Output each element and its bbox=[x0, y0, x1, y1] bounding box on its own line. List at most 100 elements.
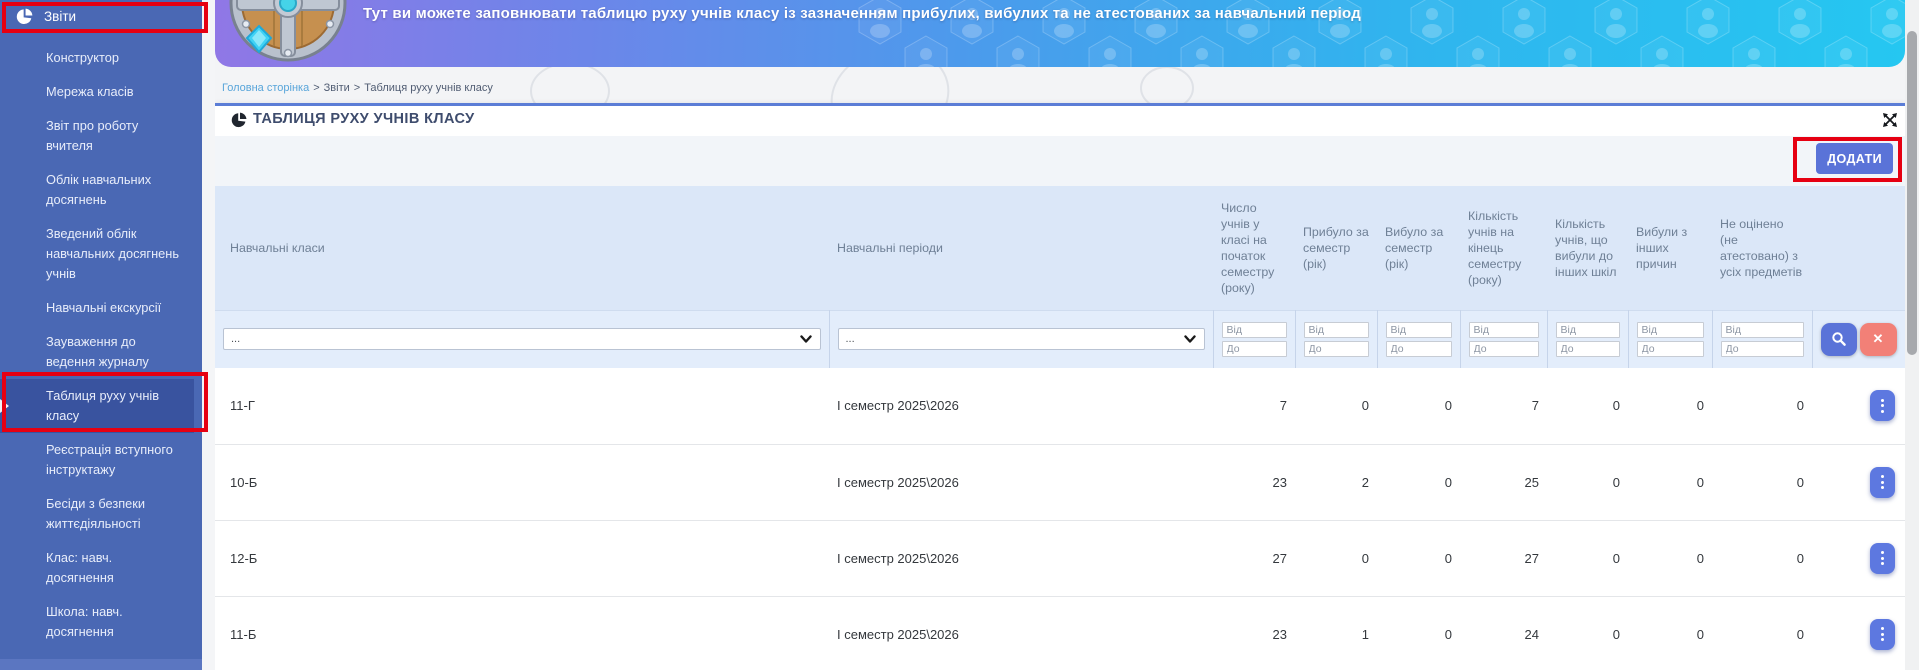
filter-to-input-5[interactable] bbox=[1386, 341, 1452, 357]
cell-period: І семестр 2025\2026 bbox=[829, 520, 1213, 596]
column-header: Кількість учнів на кінець семестру (року… bbox=[1460, 186, 1547, 310]
sidebar-item-label: Реєстрація вступного інструктажу bbox=[46, 440, 182, 480]
movement-table: Навчальні класиНавчальні періодиЧисло уч… bbox=[215, 186, 1905, 670]
sidebar-item-klas-navch-dosiahnennia[interactable]: Клас: навч. досягнення bbox=[0, 541, 194, 595]
filter-to-input-6[interactable] bbox=[1469, 341, 1539, 357]
cell-value: 27 bbox=[1460, 520, 1547, 596]
filter-cell bbox=[1213, 310, 1295, 368]
filter-to-input-3[interactable] bbox=[1222, 341, 1287, 357]
filter-from-input-5[interactable] bbox=[1386, 322, 1452, 338]
cell-value: 0 bbox=[1547, 444, 1628, 520]
breadcrumb-item[interactable]: Головна сторінка bbox=[222, 82, 309, 94]
cell-value: 1 bbox=[1295, 596, 1377, 670]
cell-value: 27 bbox=[1213, 520, 1295, 596]
filter-to-input-4[interactable] bbox=[1304, 341, 1369, 357]
pie-chart-icon bbox=[231, 112, 247, 128]
filter-cell bbox=[1377, 310, 1460, 368]
scrollbar-thumb[interactable] bbox=[1907, 31, 1917, 355]
filter-cell: ... bbox=[215, 310, 829, 368]
sidebar-item-zvity[interactable]: Звіти bbox=[0, 0, 202, 33]
vertical-scrollbar[interactable] bbox=[1905, 0, 1919, 670]
sidebar-item-konstruktor[interactable]: Конструктор bbox=[0, 41, 194, 75]
cell-class: 10-Б bbox=[215, 444, 829, 520]
sidebar-bottom-band bbox=[0, 659, 202, 670]
sidebar-item-oblik-navchalnykh-dosiahnen[interactable]: Облік навчальних досягнень bbox=[0, 163, 194, 217]
active-item-arrow-icon bbox=[0, 399, 9, 413]
filter-from-input-7[interactable] bbox=[1556, 322, 1620, 338]
sidebar-item-label: Звіт про роботу вчителя bbox=[46, 116, 182, 156]
sidebar-item-merezha-klasiv[interactable]: Мережа класів bbox=[0, 75, 194, 109]
filter-from-input-3[interactable] bbox=[1222, 322, 1287, 338]
sidebar-item-navchalni-ekskursii[interactable]: Навчальні екскурсії bbox=[0, 291, 194, 325]
sidebar-item-label: Навчальні екскурсії bbox=[46, 298, 182, 318]
sidebar-nav: Звіти Конструктор Мережа класів Звіт про ро… bbox=[0, 0, 202, 670]
row-actions-button[interactable] bbox=[1870, 543, 1895, 574]
sidebar-item-reiestratsiia-instruktazhu[interactable]: Реєстрація вступного інструктажу bbox=[0, 433, 194, 487]
breadcrumb: Головна сторінка>Звіти>Таблиця руху учні… bbox=[222, 82, 493, 94]
cell-value: 0 bbox=[1712, 520, 1812, 596]
cell-value: 0 bbox=[1547, 520, 1628, 596]
cell-value: 24 bbox=[1460, 596, 1547, 670]
cell-value: 0 bbox=[1628, 596, 1712, 670]
search-button[interactable] bbox=[1821, 323, 1857, 356]
sidebar-item-zvit-pro-robotu-vchytelia[interactable]: Звіт про роботу вчителя bbox=[0, 109, 194, 163]
table-row: 11-ГІ семестр 2025\20267007000 bbox=[215, 368, 1905, 444]
sidebar-item-label: Звіти bbox=[44, 7, 76, 27]
sidebar-item-shkola-navch-dosiahnennia[interactable]: Школа: навч. досягнення bbox=[0, 595, 194, 649]
cell-actions bbox=[1812, 596, 1905, 670]
filter-from-input-8[interactable] bbox=[1637, 322, 1704, 338]
filter-cell bbox=[1295, 310, 1377, 368]
sidebar-item-label: Зведений облік навчальних досягнень учні… bbox=[46, 224, 182, 284]
cell-value: 0 bbox=[1628, 444, 1712, 520]
cell-value: 0 bbox=[1377, 520, 1460, 596]
classes-filter-select[interactable]: ... bbox=[223, 328, 821, 350]
cell-value: 0 bbox=[1628, 520, 1712, 596]
cell-class: 11-Б bbox=[215, 596, 829, 670]
periods-filter-select[interactable]: ... bbox=[838, 328, 1205, 350]
banner-text: Тут ви можете заповнювати таблицю руху у… bbox=[363, 5, 1361, 22]
cell-value: 0 bbox=[1712, 444, 1812, 520]
sidebar-item-label: Конструктор bbox=[46, 48, 182, 68]
clear-filters-button[interactable]: ✕ bbox=[1860, 323, 1897, 356]
filter-to-input-8[interactable] bbox=[1637, 341, 1704, 357]
breadcrumb-item: Звіти bbox=[324, 82, 350, 94]
shield-illustration bbox=[229, 0, 347, 64]
filter-to-input-7[interactable] bbox=[1556, 341, 1620, 357]
filter-cell bbox=[1712, 310, 1812, 368]
cell-value: 0 bbox=[1547, 368, 1628, 444]
add-button[interactable]: ДОДАТИ bbox=[1816, 143, 1893, 174]
filter-from-input-6[interactable] bbox=[1469, 322, 1539, 338]
sidebar-item-label: Школа: навч. досягнення bbox=[46, 602, 182, 642]
cell-value: 0 bbox=[1377, 596, 1460, 670]
filter-cell bbox=[1547, 310, 1628, 368]
cell-value: 7 bbox=[1213, 368, 1295, 444]
filter-cell bbox=[1628, 310, 1712, 368]
breadcrumb-separator: > bbox=[354, 82, 360, 94]
row-actions-button[interactable] bbox=[1870, 467, 1895, 498]
sidebar-item-label: Бесіди з безпеки життєдіяльності bbox=[46, 494, 182, 534]
column-header: Число учнів у класі на початок семестру … bbox=[1213, 186, 1295, 310]
filter-from-input-9[interactable] bbox=[1721, 322, 1804, 338]
table-row: 12-БІ семестр 2025\2026270027000 bbox=[215, 520, 1905, 596]
column-header: Навчальні класи bbox=[215, 186, 829, 310]
filter-cell: ✕ bbox=[1812, 310, 1905, 368]
row-actions-button[interactable] bbox=[1870, 619, 1895, 650]
cell-value: 0 bbox=[1712, 596, 1812, 670]
page: Звіти Конструктор Мережа класів Звіт про ро… bbox=[0, 0, 1919, 670]
sidebar-item-zvedenyi-oblik-dosiahnen-uchniv[interactable]: Зведений облік навчальних досягнень учні… bbox=[0, 217, 194, 291]
cell-value: 25 bbox=[1460, 444, 1547, 520]
cell-period: І семестр 2025\2026 bbox=[829, 596, 1213, 670]
table-row: 10-БІ семестр 2025\2026232025000 bbox=[215, 444, 1905, 520]
filter-to-input-9[interactable] bbox=[1721, 341, 1804, 357]
table-filter-row: ...... ✕ bbox=[215, 310, 1905, 368]
sidebar-item-label: Зауваження до ведення журналу bbox=[46, 332, 182, 372]
reports-pie-icon bbox=[16, 8, 33, 25]
sidebar-item-besidy-z-bezpeky[interactable]: Бесіди з безпеки життєдіяльності bbox=[0, 487, 194, 541]
expand-icon[interactable] bbox=[1881, 111, 1899, 129]
filter-from-input-4[interactable] bbox=[1304, 322, 1369, 338]
sidebar-item-tablytsia-rukhu-uchniv[interactable]: Таблиця руху учнів класу bbox=[0, 379, 194, 433]
cell-value: 0 bbox=[1295, 368, 1377, 444]
cell-value: 7 bbox=[1460, 368, 1547, 444]
row-actions-button[interactable] bbox=[1870, 390, 1895, 421]
sidebar-item-zauvazhennia-do-zhurnalu[interactable]: Зауваження до ведення журналу bbox=[0, 325, 194, 379]
